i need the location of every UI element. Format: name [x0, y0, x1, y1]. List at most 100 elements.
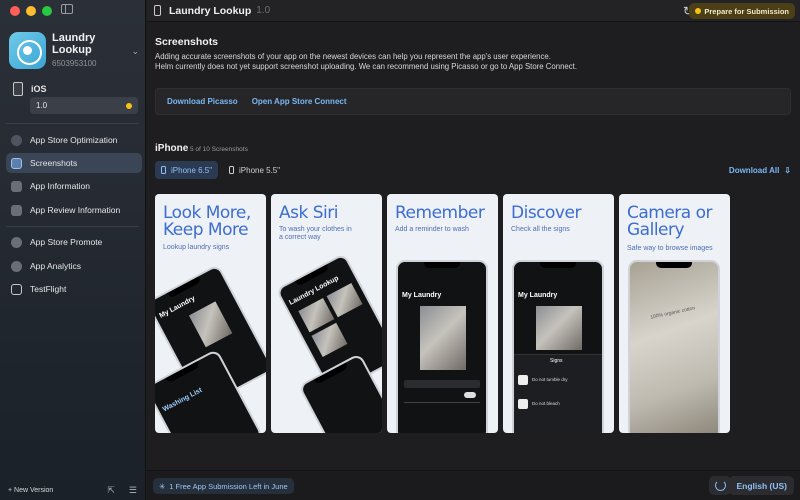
screenshot-subtitle: To wash your clothes in a correct way — [279, 226, 352, 241]
screenshot-card[interactable]: Discover Check all the signs My Laundry … — [503, 194, 614, 433]
links-panel: Download Picasso Open App Store Connect — [155, 88, 791, 115]
window-controls — [10, 6, 52, 16]
globe-icon — [11, 134, 22, 146]
review-icon — [11, 204, 22, 216]
info-icon — [11, 180, 22, 192]
sidebar-item-app-review-information[interactable]: App Review Information — [6, 200, 142, 220]
minimize-window-button[interactable] — [26, 6, 36, 16]
close-window-button[interactable] — [10, 6, 20, 16]
language-selector[interactable]: English (US) — [729, 476, 794, 495]
screenshot-subtitle: Lookup laundry signs — [163, 244, 230, 251]
platform-label: iOS — [31, 84, 47, 94]
testflight-icon — [11, 283, 22, 295]
screenshot-headline: Remember — [395, 203, 485, 223]
prepare-for-submission-button[interactable]: Prepare for Submission — [689, 3, 795, 19]
garment-label-text: 100% organic cotton — [649, 305, 696, 321]
sidebar-item-app-analytics[interactable]: App Analytics — [6, 256, 142, 276]
sidebar-item-label: App Store Promote — [30, 237, 103, 247]
version-label: 1.0 — [36, 101, 48, 110]
submission-left-badge[interactable]: ✳ 1 Free App Submission Left in June — [153, 478, 294, 494]
open-app-store-connect-link[interactable]: Open App Store Connect — [252, 97, 347, 106]
screen-title: Washing List — [161, 386, 204, 414]
phone-icon — [13, 82, 23, 96]
sidebar-item-screenshots[interactable]: Screenshots — [6, 153, 142, 173]
tab-label: iPhone 6.5" — [171, 165, 213, 175]
version-label: 1.0 — [256, 5, 271, 16]
screenshot-headline: Camera or Gallery — [627, 203, 713, 240]
sidebar-item-app-information[interactable]: App Information — [6, 176, 142, 196]
app-name: Laundry Lookup — [52, 32, 96, 56]
divider — [6, 226, 139, 227]
download-all-button[interactable]: Download All ⇩ — [729, 166, 791, 175]
title-bar: Laundry Lookup 1.0 ↻ Prepare for Submiss… — [147, 0, 800, 22]
chevron-down-icon[interactable]: ⌄ — [131, 46, 139, 57]
download-all-label: Download All — [728, 166, 780, 175]
section-title: Screenshots — [155, 36, 219, 48]
screenshot-subtitle: Add a reminder to wash — [395, 226, 469, 233]
tab-iphone-5-5[interactable]: iPhone 5.5" — [223, 161, 286, 179]
snowflake-icon: ✳ — [159, 481, 166, 491]
status-dot-icon — [695, 8, 702, 14]
section-description: Adding accurate screenshots of your app … — [155, 52, 795, 72]
phone-icon — [154, 5, 161, 16]
sign-label: Do not tumble dry — [532, 377, 568, 382]
description-line: Helm currently does not yet support scre… — [155, 62, 577, 71]
sign-label: Do not bleach — [532, 401, 560, 406]
settings-sliders-icon[interactable]: ☰ — [129, 485, 137, 496]
sidebar-item-app-store-optimization[interactable]: App Store Optimization — [6, 130, 142, 150]
sidebar-item-app-store-promote[interactable]: App Store Promote — [6, 232, 142, 252]
screenshot-headline: Discover — [511, 203, 581, 223]
new-version-button[interactable]: + New Version — [8, 487, 53, 494]
device-group-title: iPhone — [155, 143, 189, 154]
screenshot-subtitle: Check all the signs — [511, 226, 570, 233]
app-id: 6503953100 — [52, 59, 97, 68]
phone-mockup: 100% organic cotton — [628, 260, 720, 433]
analytics-icon — [11, 260, 22, 272]
screenshot-headline: Ask Siri — [279, 203, 338, 223]
screenshot-card[interactable]: Camera or Gallery Safe way to browse imag… — [619, 194, 730, 433]
status-dot-icon — [126, 102, 132, 109]
submission-left-label: 1 Free App Submission Left in June — [169, 481, 288, 491]
description-line: Adding accurate screenshots of your app … — [155, 52, 551, 61]
sidebar-item-label: App Information — [30, 181, 91, 191]
platform-row: iOS — [13, 82, 47, 96]
screenshot-headline: Look More, Keep More — [163, 203, 251, 240]
sidebar-item-label: Screenshots — [30, 158, 78, 168]
prepare-label: Prepare for Submission — [704, 6, 789, 16]
sidebar: Laundry Lookup 6503953100 ⌄ iOS 1.0 App … — [0, 0, 146, 500]
footer-bar: ✳ 1 Free App Submission Left in June Eng… — [147, 470, 800, 500]
screenshot-card[interactable]: Look More, Keep More Lookup laundry signs… — [155, 194, 266, 433]
sheet-title: Signs — [550, 358, 563, 364]
export-icon[interactable]: ⇱ — [107, 485, 115, 496]
zoom-window-button[interactable] — [42, 6, 52, 16]
page-title: Laundry Lookup — [169, 4, 252, 17]
tab-iphone-6-5[interactable]: iPhone 6.5" — [155, 161, 219, 179]
download-icon: ⇩ — [784, 166, 791, 175]
screenshots-icon — [11, 157, 22, 169]
version-selector[interactable]: 1.0 — [30, 97, 138, 114]
app-icon — [9, 32, 46, 69]
tab-label: iPhone 5.5" — [239, 165, 281, 175]
sidebar-item-label: App Analytics — [30, 261, 82, 271]
main-content: Laundry Lookup 1.0 ↻ Prepare for Submiss… — [147, 0, 800, 500]
screenshot-subtitle: Safe way to browse images — [627, 245, 713, 252]
screenshot-card[interactable]: Remember Add a reminder to wash My Laund… — [387, 194, 498, 433]
screenshot-count: 5 of 10 Screenshots — [190, 146, 248, 153]
sidebar-toggle-icon[interactable] — [61, 4, 73, 14]
screenshot-strip: Look More, Keep More Lookup laundry signs… — [155, 194, 730, 433]
sidebar-item-label: TestFlight — [30, 284, 67, 294]
phone-icon — [161, 166, 166, 174]
phone-mockup: My Laundry — [396, 260, 488, 433]
sidebar-item-testflight[interactable]: TestFlight — [6, 279, 142, 299]
screen-title: My Laundry — [402, 292, 442, 299]
download-picasso-link[interactable]: Download Picasso — [167, 97, 238, 106]
app-selector[interactable]: Laundry Lookup 6503953100 ⌄ — [9, 32, 139, 72]
screenshot-card[interactable]: Ask Siri To wash your clothes in a correc… — [271, 194, 382, 433]
promote-icon — [11, 236, 22, 248]
screen-title: My Laundry — [518, 292, 558, 299]
loading-spinner-button[interactable] — [709, 476, 731, 495]
sidebar-footer: + New Version ⇱ ☰ — [8, 483, 137, 497]
sidebar-item-label: App Review Information — [30, 205, 121, 215]
phone-mockup: My Laundry Signs Do not tumble dry Do no… — [512, 260, 604, 433]
divider — [6, 123, 139, 124]
